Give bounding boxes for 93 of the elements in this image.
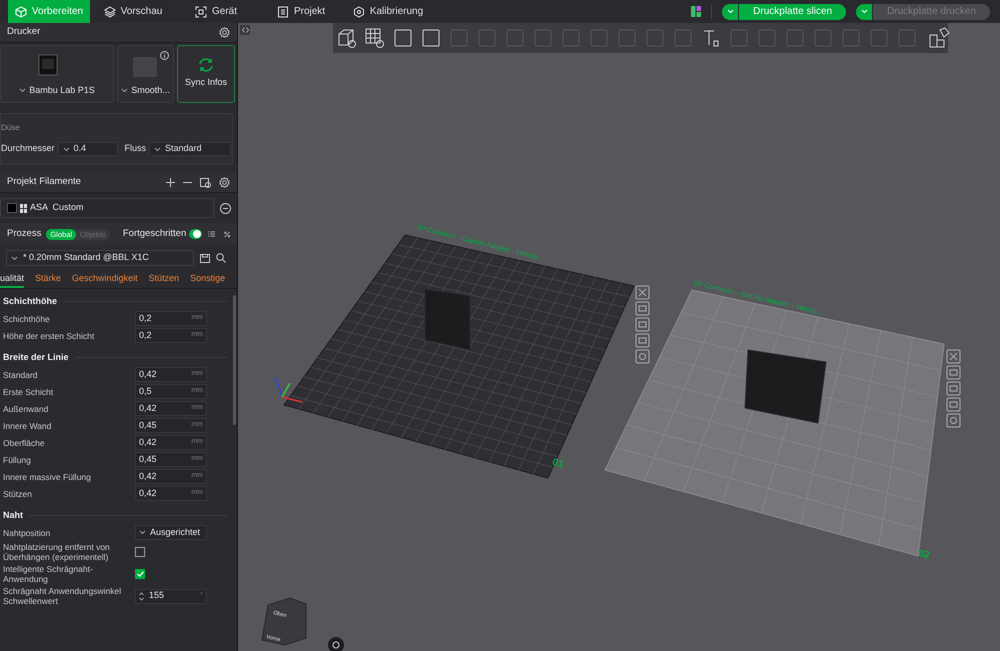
checkbox[interactable] <box>135 569 145 579</box>
section-title: Breite der Linie <box>3 350 69 364</box>
flow-dropdown[interactable]: Standard <box>149 142 232 156</box>
setting-label: Innere Wand <box>3 420 52 430</box>
panel-title: Projekt Filamente <box>7 175 81 190</box>
puzzle-icon[interactable] <box>928 27 950 49</box>
setting-label: Nahtplatzierung entfernt von Überhängen (experimentell) <box>3 542 111 562</box>
percent-icon[interactable] <box>224 230 230 238</box>
scrollbar-thumb[interactable] <box>232 295 236 425</box>
settings-tab[interactable]: Stärke <box>35 270 62 288</box>
diameter-dropdown[interactable]: 0.4 <box>58 142 118 156</box>
grid-plus-icon[interactable] <box>364 27 386 49</box>
fit-view-icon[interactable] <box>328 637 344 651</box>
stepper-icon <box>139 592 144 600</box>
options-dropdown[interactable] <box>722 4 738 20</box>
printer-card[interactable]: Smooth... <box>117 45 174 103</box>
cube-icon <box>14 6 27 18</box>
advanced-label: Fortgeschritten <box>122 226 186 241</box>
collapse-icon <box>242 27 248 33</box>
info-icon[interactable] <box>160 51 169 60</box>
plate-number: 01 <box>551 457 565 470</box>
settings-tab[interactable]: Sonstige <box>190 270 226 288</box>
settings-tab[interactable]: ualität <box>0 270 24 288</box>
setting-label: Schrägnaht Anwendungswinkel Schwellenwert <box>3 586 122 606</box>
setting-label: Oberfläche <box>3 438 46 448</box>
layers-icon <box>104 6 116 18</box>
printer-card[interactable]: Bambu Lab P1S <box>0 45 114 103</box>
preset-dropdown[interactable]: * 0.20mm Standard @BBL X1C <box>6 250 194 266</box>
color-swatch[interactable] <box>7 203 17 213</box>
checkbox[interactable] <box>135 547 145 557</box>
settings-icon[interactable] <box>219 177 230 188</box>
add-icon[interactable] <box>166 178 175 187</box>
collapse-panel-button[interactable] <box>240 25 250 35</box>
section-title: Naht <box>3 508 23 522</box>
mode-tab[interactable]: Vorschau <box>90 0 176 23</box>
sync-filament-icon[interactable] <box>200 178 211 188</box>
caret-icon <box>726 9 734 14</box>
plate-settings-icon[interactable] <box>946 414 960 428</box>
section-title: Schichthöhe <box>3 294 58 308</box>
hexagon-icon <box>352 6 365 18</box>
spool-icon <box>20 204 27 212</box>
setting-label: Innere massive Füllung <box>3 472 92 482</box>
caret-icon <box>11 256 18 260</box>
document-icon <box>276 6 289 18</box>
setting-label: Intelligente Schrägnaht-Anwendung <box>3 564 94 584</box>
panel-title: Prozess <box>7 226 42 241</box>
field-label: Fluss <box>124 142 146 156</box>
field-label: Durchmesser <box>1 142 55 156</box>
caret-icon <box>121 88 128 93</box>
settings-tab[interactable]: Stützen <box>148 270 180 288</box>
close-icon[interactable] <box>636 286 650 300</box>
panel-title: Drucker <box>7 25 40 40</box>
filament-dropdown[interactable]: ASA Custom <box>0 198 214 218</box>
cube-plus-icon[interactable] <box>336 27 358 49</box>
sync-button[interactable]: Sync Infos <box>177 45 235 103</box>
filament-name: ASA Custom <box>30 201 84 214</box>
plate-number: 02 <box>917 548 931 562</box>
plate-settings-icon[interactable] <box>636 350 650 364</box>
setting-label: Stützen <box>3 488 33 498</box>
mode-tab[interactable]: Kalibrierung <box>338 0 438 23</box>
remove-circle-icon[interactable] <box>220 202 231 214</box>
caret-icon <box>154 146 162 152</box>
mode-tab[interactable]: Gerät <box>176 0 256 23</box>
setting-label: Nahtposition <box>3 528 52 538</box>
advanced-switch[interactable] <box>189 229 202 239</box>
save-icon[interactable] <box>200 254 210 262</box>
search-icon[interactable] <box>216 253 226 263</box>
axes-icon <box>275 378 302 403</box>
setting-label: Füllung <box>3 454 32 464</box>
printer-icon <box>37 54 59 76</box>
settings-icon[interactable] <box>219 27 230 38</box>
printer-select[interactable]: Bambu Lab P1S <box>19 84 95 97</box>
caret-icon <box>19 88 26 93</box>
caret-icon <box>139 530 146 535</box>
options-dropdown[interactable] <box>856 4 872 20</box>
settings-tab[interactable]: Geschwindigkeit <box>72 270 138 288</box>
close-icon[interactable] <box>946 350 960 364</box>
caret-icon <box>62 146 70 152</box>
setting-label: Höhe der ersten Schicht <box>3 330 96 340</box>
mode-tab[interactable]: Projekt <box>264 0 338 23</box>
seam-dropdown[interactable]: Ausgerichtet <box>135 525 207 540</box>
setting-label: Schichthöhe <box>3 314 51 324</box>
sync-icon <box>198 58 214 72</box>
model-object[interactable] <box>744 349 827 424</box>
printer-select[interactable]: Smooth... <box>121 84 170 97</box>
frame-icon <box>194 6 207 18</box>
setting-label: Außenwand <box>3 404 50 414</box>
setting-label: Erste Schicht <box>3 386 54 396</box>
caret-icon <box>860 9 868 14</box>
setting-label: Standard <box>3 370 38 380</box>
nozzle-label: Düse <box>1 122 21 134</box>
list-icon[interactable] <box>208 230 215 238</box>
check-icon <box>136 571 144 577</box>
